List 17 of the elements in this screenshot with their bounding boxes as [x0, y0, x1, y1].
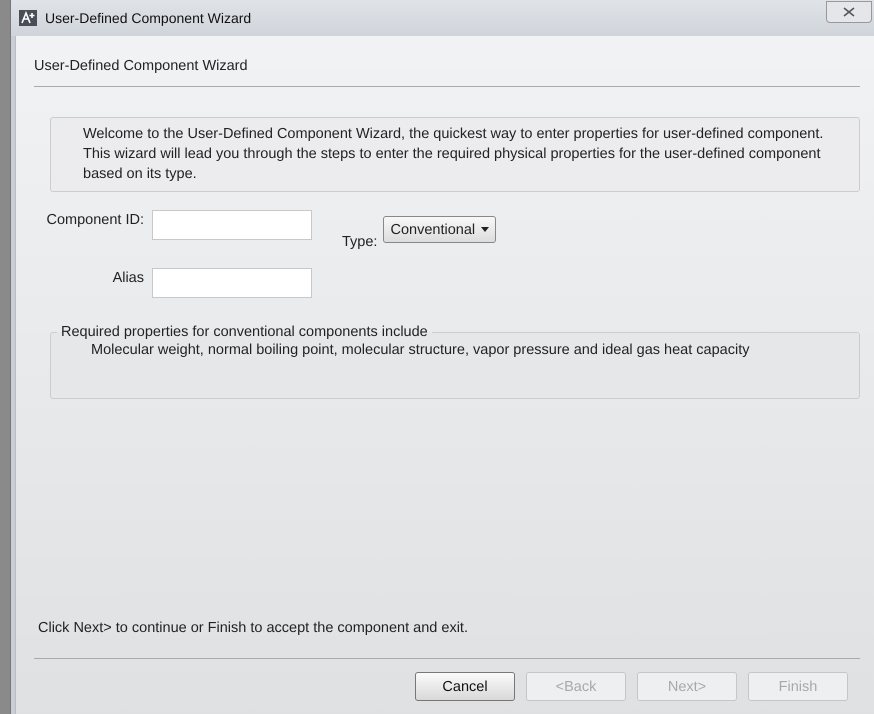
alias-field[interactable]	[152, 268, 312, 298]
field-label: Component ID:	[45, 211, 145, 228]
wizard-button[interactable]: Cancel	[415, 672, 515, 701]
window-title: User-Defined Component Wizard	[45, 10, 252, 26]
wizard-heading: User-Defined Component Wizard	[34, 57, 249, 76]
type-dropdown[interactable]: Conventional	[383, 216, 496, 243]
group-title: Required properties for conventional components include	[60, 324, 429, 340]
field-label: Type:	[342, 234, 378, 250]
welcome-text: Welcome to the User-Defined Component Wizard, the quickest way to enter properties for user-defined component. This wizard will lead you through the steps to enter the required physical properties for the user-defined component based on its type.	[50, 117, 860, 192]
component-id-field[interactable]	[152, 210, 312, 240]
app-icon	[19, 10, 37, 26]
caret-icon	[481, 227, 490, 232]
instruction-text: Click Next> to continue or Finish to accept the component and exit.	[38, 620, 469, 638]
field-label: Alias	[112, 269, 145, 286]
properties-text: Molecular weight, normal boiling point, molecular structure, vapor pressure and ideal gas heat capacity	[91, 342, 750, 358]
close-icon	[843, 7, 855, 17]
close-button[interactable]	[826, 1, 872, 23]
